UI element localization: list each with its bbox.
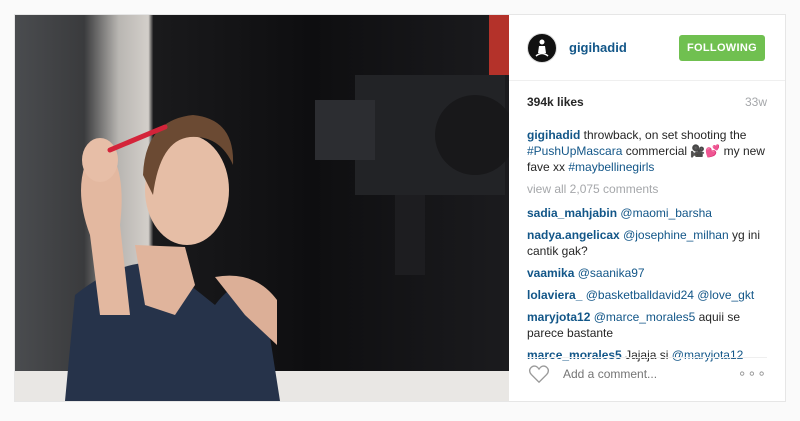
avatar[interactable] — [527, 32, 557, 63]
heart-icon[interactable] — [527, 363, 551, 385]
post-photo[interactable] — [15, 15, 509, 401]
hashtag-pushupmascara[interactable]: #PushUpMascara — [527, 144, 622, 158]
comment-item: maryjota12 @marce_morales5 aquii se pare… — [527, 309, 769, 341]
comment-item: lolaviera_ @basketballdavid24 @love_gkt — [527, 287, 769, 303]
following-button[interactable]: FOLLOWING — [679, 34, 765, 61]
comment-username[interactable]: vaamika — [527, 266, 574, 280]
comment-item: nadya.angelicax @josephine_milhan yg ini… — [527, 227, 769, 259]
comment-item: sadia_mahjabin @maomi_barsha — [527, 205, 769, 221]
post-header: gigihadid FOLLOWING — [509, 15, 785, 81]
comment-username[interactable]: sadia_mahjabin — [527, 206, 617, 220]
header-username[interactable]: gigihadid — [569, 40, 627, 55]
hashtag-maybellinegirls[interactable]: #maybellinegirls — [568, 160, 654, 174]
comment-mention[interactable]: @maomi_barsha — [620, 206, 712, 220]
comment-mention[interactable]: @josephine_milhan — [623, 228, 729, 242]
likes-count[interactable]: 394k likes — [527, 95, 584, 109]
photo-illustration — [15, 15, 509, 401]
comment-username[interactable]: maryjota12 — [527, 310, 590, 324]
add-comment-input[interactable] — [563, 366, 713, 381]
comment-footer: ∘∘∘ — [527, 357, 767, 389]
caption-text-1: throwback, on set shooting the — [583, 128, 747, 142]
caption-username[interactable]: gigihadid — [527, 128, 580, 142]
comment-username[interactable]: nadya.angelicax — [527, 228, 620, 242]
view-all-comments-link[interactable]: view all 2,075 comments — [527, 181, 769, 197]
post-age[interactable]: 33w — [745, 95, 767, 109]
more-options-icon[interactable]: ∘∘∘ — [738, 365, 767, 382]
post-card: gigihadid FOLLOWING 394k likes 33w gigih… — [14, 14, 786, 402]
post-sidebar: gigihadid FOLLOWING 394k likes 33w gigih… — [509, 15, 785, 401]
post-stats: 394k likes 33w — [527, 95, 767, 109]
comment-mention[interactable]: @basketballdavid24 @love_gkt — [586, 288, 754, 302]
comment-username[interactable]: lolaviera_ — [527, 288, 582, 302]
avatar-figure-icon — [535, 39, 549, 57]
comment-item: vaamika @saanika97 — [527, 265, 769, 281]
comments-list: gigihadid throwback, on set shooting the… — [527, 127, 769, 369]
comment-mention[interactable]: @saanika97 — [578, 266, 645, 280]
comment-mention[interactable]: @marce_morales5 — [594, 310, 696, 324]
caption: gigihadid throwback, on set shooting the… — [527, 127, 769, 175]
